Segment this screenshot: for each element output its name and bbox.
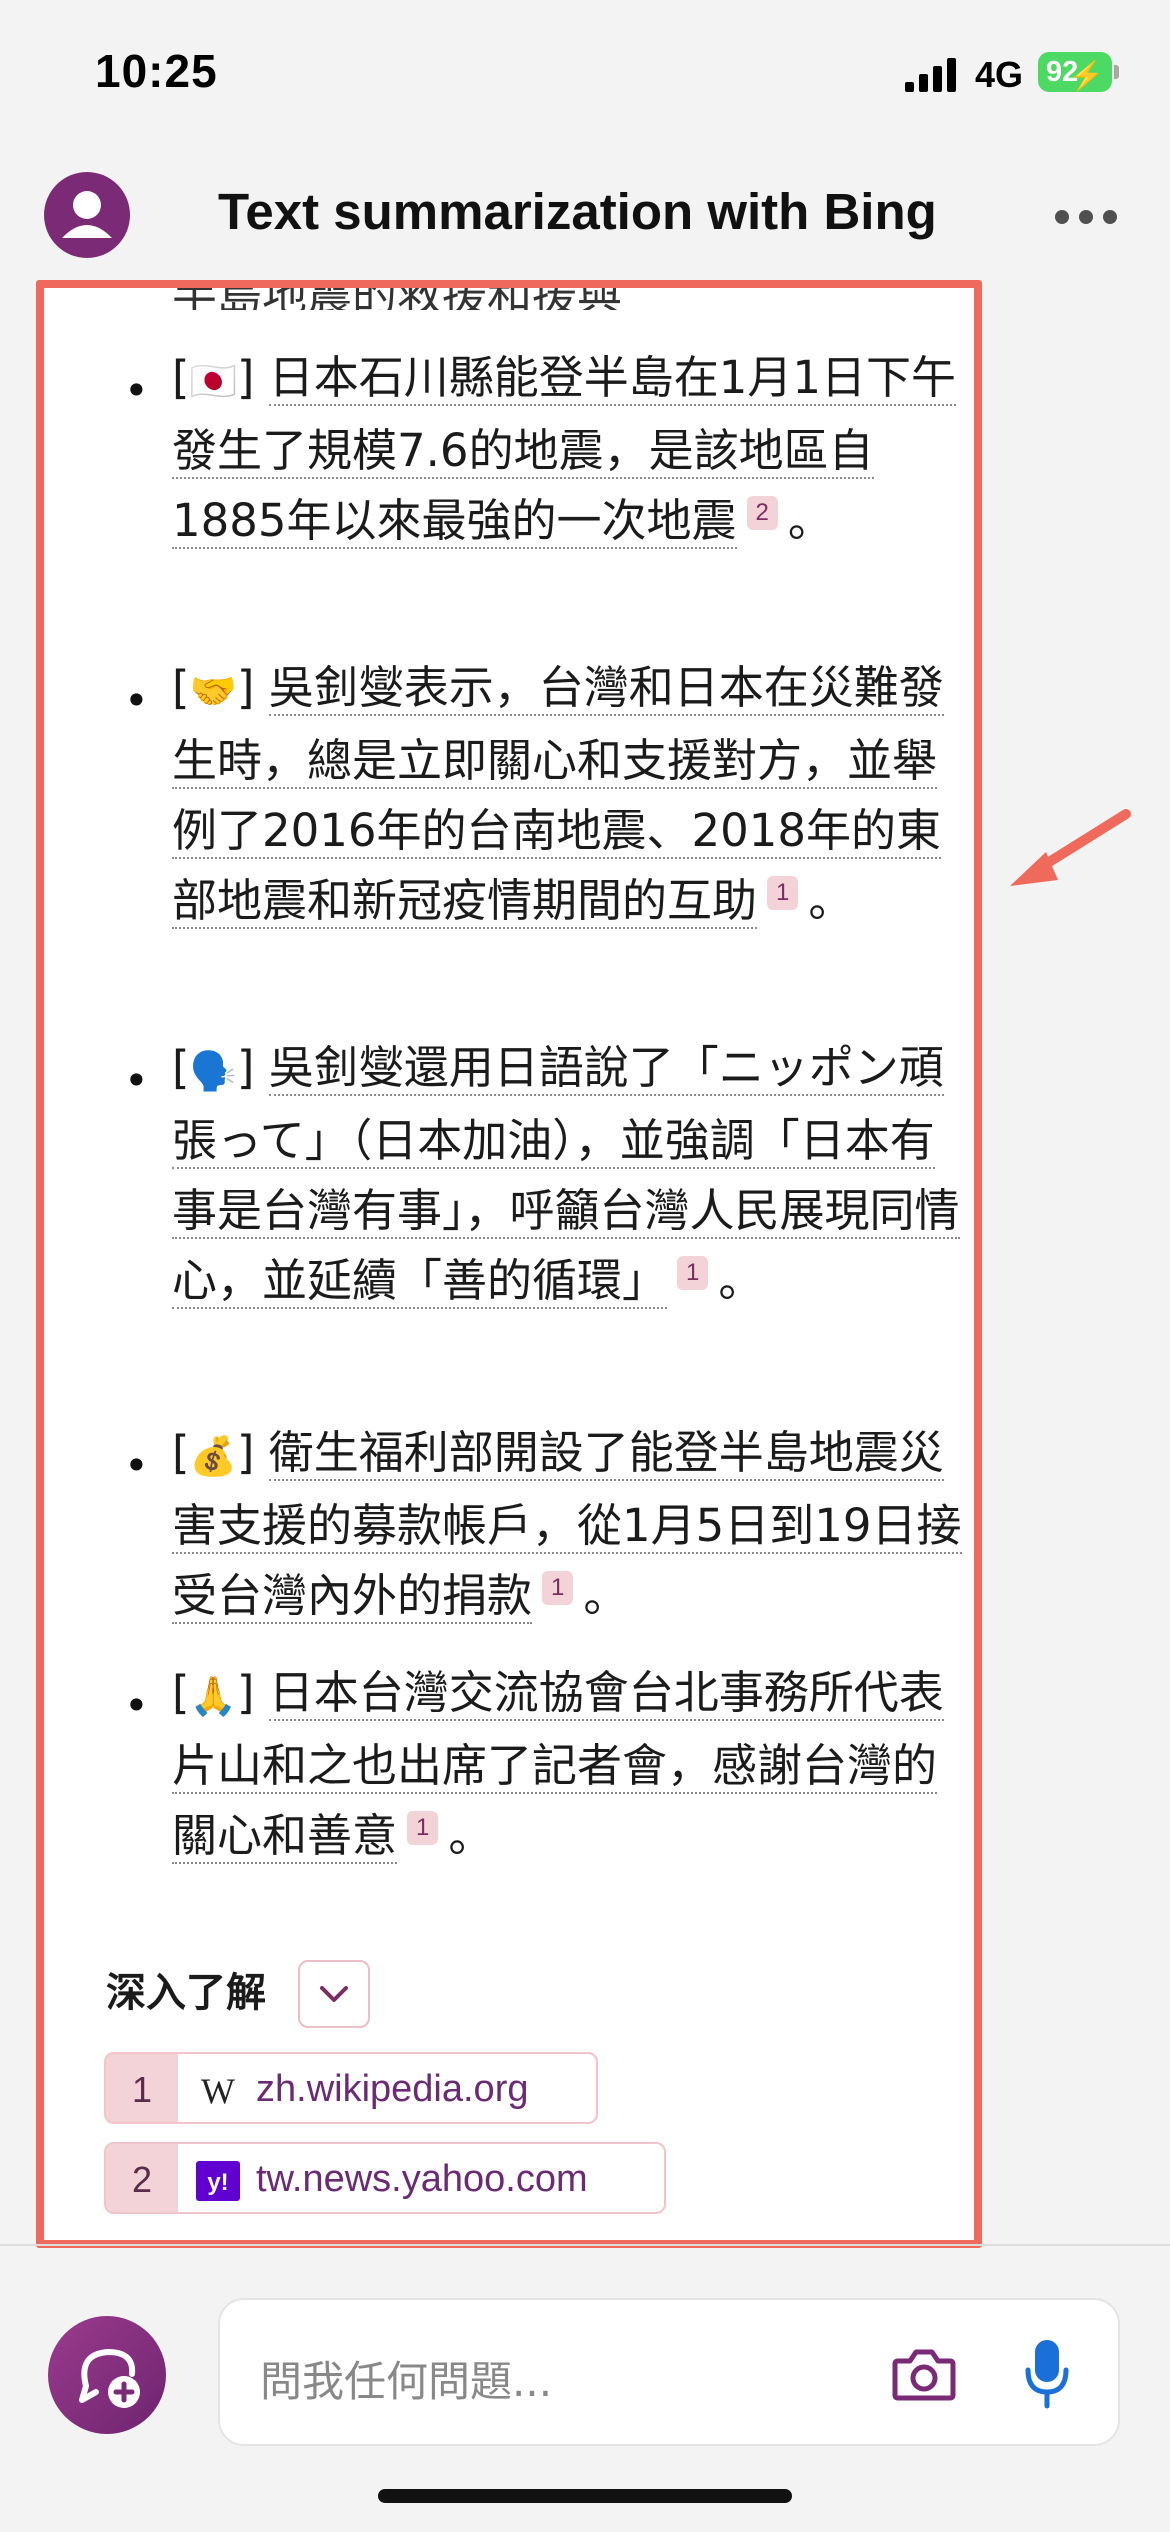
sentence-end: 。: [718, 1254, 764, 1307]
page-title: Text summarization with Bing: [218, 183, 937, 240]
learn-more-label: 深入了解: [106, 1970, 266, 2016]
citation-badge[interactable]: 2: [746, 496, 778, 530]
bullet-marker: •: [124, 1056, 149, 1105]
chat-header: Text summarization with Bing: [0, 160, 1170, 270]
source-link[interactable]: 2 y! tw.news.yahoo.com: [104, 2142, 666, 2214]
handshake-icon: 🤝: [189, 669, 237, 713]
home-indicator: [378, 2489, 792, 2503]
bottom-divider: [0, 2244, 1170, 2246]
new-topic-button[interactable]: [48, 2316, 166, 2434]
input-placeholder[interactable]: 問我任何問題...: [260, 2348, 552, 2409]
source-number: 2: [106, 2144, 178, 2212]
chat-input[interactable]: 問我任何問題...: [218, 2298, 1120, 2446]
user-avatar-icon[interactable]: [44, 172, 130, 258]
chat-add-icon: [79, 2348, 140, 2408]
sentence-end: 。: [808, 874, 854, 927]
bullet-marker: •: [124, 1681, 149, 1730]
list-item: [💰] 衛生福利部開設了能登半島地震災害支援的募款帳戶，從1月5日到19日接受台…: [172, 1418, 972, 1631]
status-bar: 10:25 4G 92 ⚡: [0, 0, 1170, 150]
citation-badge[interactable]: 1: [767, 876, 799, 910]
svg-text:y!: y!: [207, 2169, 228, 2196]
speaking-head-icon: 🗣️: [189, 1049, 237, 1093]
source-domain: zh.wikipedia.org: [256, 2068, 529, 2110]
citation-badge[interactable]: 1: [542, 1571, 574, 1605]
more-horizontal-icon[interactable]: [1055, 210, 1117, 224]
citation-badge[interactable]: 1: [407, 1811, 439, 1845]
yahoo-icon: y!: [196, 2161, 240, 2201]
sentence-end: 。: [787, 494, 833, 547]
annotation-arrow-icon: [1010, 809, 1131, 886]
money-bag-icon: 💰: [189, 1434, 237, 1478]
charging-bolt-icon: ⚡: [1069, 60, 1104, 91]
sentence-end: 。: [583, 1569, 629, 1622]
person-icon: [62, 191, 112, 238]
citation-badge[interactable]: 1: [677, 1256, 709, 1290]
microphone-icon[interactable]: [1024, 2338, 1070, 2410]
list-item-text[interactable]: 吳釗燮還用日語說了「ニッポン頑張って」（日本加油），並強調「日本有事是台灣有事」…: [172, 1041, 960, 1309]
battery-icon: 92 ⚡: [1038, 52, 1119, 92]
network-label: 4G: [975, 54, 1024, 95]
list-item-text[interactable]: 日本石川縣能登半島在1月1日下午發生了規模7.6的地震，是該地區自1885年以來…: [172, 351, 957, 549]
japan-flag-icon: 🇯🇵: [189, 359, 237, 403]
source-domain: tw.news.yahoo.com: [256, 2158, 588, 2200]
list-item: [🙏] 日本台灣交流協會台北事務所代表片山和之也出席了記者會，感謝台灣的關心和善…: [172, 1658, 972, 1871]
source-link[interactable]: 1 W zh.wikipedia.org: [104, 2052, 598, 2124]
bullet-marker: •: [124, 1441, 149, 1490]
list-item: [🤝] 吳釗燮表示，台灣和日本在災難發生時，總是立即關心和支援對方，並舉例了20…: [172, 653, 972, 936]
signal-icon: [905, 58, 956, 92]
bullet-marker: •: [124, 676, 149, 725]
expand-sources-button[interactable]: [298, 1960, 370, 2028]
svg-text:W: W: [201, 2071, 235, 2111]
camera-icon[interactable]: [892, 2345, 956, 2403]
chevron-down-icon: [320, 1986, 348, 2002]
source-number: 1: [106, 2054, 178, 2122]
bullet-marker: •: [124, 366, 149, 415]
status-time: 10:25: [95, 45, 218, 97]
sentence-end: 。: [448, 1809, 494, 1862]
folded-hands-icon: 🙏: [189, 1674, 237, 1718]
response-card: 半島地震的救援和援與 • [🇯🇵] 日本石川縣能登半島在1月1日下午發生了規模7…: [36, 280, 982, 2248]
list-item: [🗣️] 吳釗燮還用日語說了「ニッポン頑張って」（日本加油），並強調「日本有事是…: [172, 1033, 972, 1316]
wikipedia-icon: W: [201, 2071, 235, 2111]
list-item: [🇯🇵] 日本石川縣能登半島在1月1日下午發生了規模7.6的地震，是該地區自18…: [172, 343, 972, 556]
list-item-text[interactable]: 日本台灣交流協會台北事務所代表片山和之也出席了記者會，感謝台灣的關心和善意: [172, 1666, 944, 1864]
clipped-text-line: 半島地震的救援和援與: [172, 280, 623, 310]
